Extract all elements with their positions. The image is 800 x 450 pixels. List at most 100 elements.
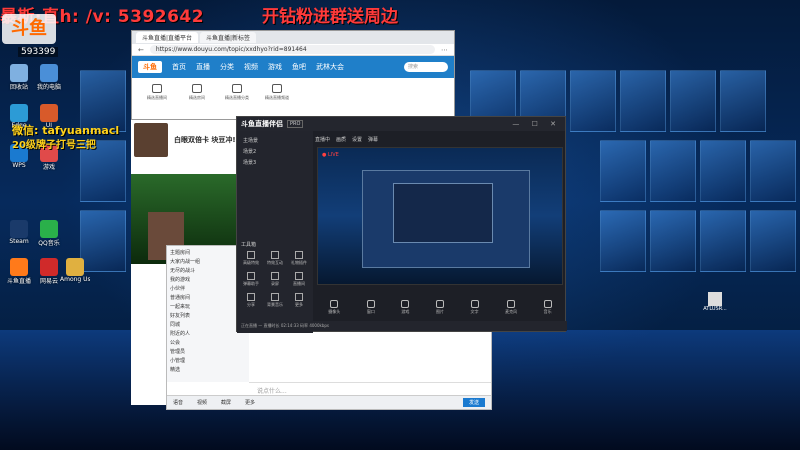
desktop-icon-label: Steam: [9, 238, 29, 245]
chat-toolbar: 语音 视频 截屏 更多 发送: [167, 395, 491, 409]
tool-icon: [271, 293, 279, 301]
desktop-icon[interactable]: 斗鱼直播: [4, 258, 34, 285]
site-logo[interactable]: 斗鱼: [138, 61, 162, 73]
bookmark-icon: [152, 84, 162, 93]
more-button[interactable]: 更多: [245, 399, 255, 406]
stream-preview[interactable]: ● LIVE: [317, 147, 563, 285]
nav-item[interactable]: 武林大会: [316, 62, 344, 72]
search-input[interactable]: 搜索: [404, 62, 448, 72]
scene-sidebar: 主场景 场景2 场景3 工具箱 高级特效 特效互动 礼物插件 弹幕助手 录屏 直播间 分享 背…: [237, 131, 313, 333]
desktop-icon[interactable]: 我的电脑: [34, 64, 64, 91]
topbar-item[interactable]: 设置: [352, 136, 362, 143]
topbar-item[interactable]: 弹幕: [368, 136, 378, 143]
nav-item[interactable]: 直播: [196, 62, 210, 72]
chat-list-item[interactable]: 主题房间: [170, 249, 246, 258]
control-label: 窗口: [366, 308, 375, 314]
source-control[interactable]: 文字: [470, 299, 479, 315]
chat-list-item[interactable]: 小管理: [170, 357, 246, 366]
scene-item[interactable]: 主场景: [237, 135, 313, 146]
chat-list-item[interactable]: 小伙伴: [170, 285, 246, 294]
scene-item[interactable]: 场景3: [237, 157, 313, 168]
desktop-icon-label: 斗鱼直播: [6, 278, 31, 285]
chat-list-item[interactable]: 一起来玩: [170, 303, 246, 312]
tool-label: 分享: [247, 302, 255, 307]
tool-icon: [271, 272, 279, 280]
chat-list-item[interactable]: 附近的人: [170, 330, 246, 339]
shortcut-item[interactable]: 精选直播频道: [260, 84, 294, 101]
screenshot-button[interactable]: 截屏: [221, 399, 231, 406]
chat-list-item[interactable]: 我的游戏: [170, 276, 246, 285]
menu-icon[interactable]: ⋯: [441, 46, 448, 54]
nested-preview-inner: [393, 183, 493, 243]
shortcut-item[interactable]: 精选直播分类: [220, 84, 254, 101]
desktop-icon[interactable]: Among Us: [60, 258, 90, 283]
desktop-icon[interactable]: 回收站: [4, 64, 34, 91]
chat-list-item[interactable]: 大家内战一组: [170, 258, 246, 267]
tool-label: 弹幕助手: [243, 281, 259, 286]
chat-list-item[interactable]: 精选: [170, 366, 246, 375]
control-icon: [330, 299, 339, 308]
chat-list-item[interactable]: 管理员: [170, 348, 246, 357]
control-label: 文字: [470, 308, 479, 314]
nav-item[interactable]: 视频: [244, 62, 258, 72]
browser-window[interactable]: 斗鱼直播|直播平台 斗鱼直播|新标签 ← https://www.douyu.c…: [131, 30, 455, 120]
browser-tab[interactable]: 斗鱼直播|新标签: [200, 32, 257, 43]
nav-item[interactable]: 首页: [172, 62, 186, 72]
video-button[interactable]: 视频: [197, 399, 207, 406]
desktop-icon[interactable]: Steam: [4, 220, 34, 245]
app-icon: [10, 64, 28, 82]
source-control[interactable]: 摄像头: [328, 299, 340, 315]
control-icon: [470, 299, 479, 308]
version-badge: PRO: [287, 120, 304, 128]
window-controls[interactable]: — ☐ ✕: [512, 120, 561, 128]
tool-item[interactable]: 录屏: [263, 272, 287, 287]
nav-item[interactable]: 游戏: [268, 62, 282, 72]
source-control[interactable]: 游戏: [401, 299, 410, 315]
tool-item[interactable]: 弹幕助手: [239, 272, 263, 287]
chat-input[interactable]: 说点什么...: [249, 382, 491, 396]
desktop-icon[interactable]: QQ音乐: [34, 220, 64, 247]
scene-item[interactable]: 场景2: [237, 146, 313, 157]
tool-item[interactable]: 直播间: [287, 272, 311, 287]
avatar[interactable]: [134, 123, 168, 157]
source-control[interactable]: 麦克风: [505, 299, 517, 315]
voice-button[interactable]: 语音: [173, 399, 183, 406]
source-control[interactable]: 音乐: [543, 299, 552, 315]
tool-item[interactable]: 高级特效: [239, 251, 263, 266]
control-label: 游戏: [401, 308, 410, 314]
toolbox-grid: 高级特效 特效互动 礼物插件弹幕助手 录屏 直播间分享 背景音乐 更多: [239, 251, 311, 314]
url-field[interactable]: https://www.douyu.com/topic/xxdhyo?rid=8…: [149, 45, 435, 54]
tool-label: 高级特效: [243, 260, 259, 265]
browser-tab[interactable]: 斗鱼直播|直播平台: [136, 32, 199, 43]
chat-list-item[interactable]: 普通房间: [170, 294, 246, 303]
app-icon: [66, 258, 84, 276]
tool-item[interactable]: 特效互动: [263, 251, 287, 266]
tool-label: 录屏: [271, 281, 279, 286]
topbar-item[interactable]: 画质: [336, 136, 346, 143]
chat-list-item[interactable]: 同城: [170, 321, 246, 330]
douyu-logo: 斗鱼: [2, 14, 56, 44]
shortcut-item[interactable]: 精选房间: [180, 84, 214, 101]
tool-item[interactable]: 礼物插件: [287, 251, 311, 266]
source-control[interactable]: 窗口: [366, 299, 375, 315]
tool-icon: [247, 293, 255, 301]
tool-item[interactable]: 背景音乐: [263, 293, 287, 308]
source-control[interactable]: 图片: [435, 299, 444, 315]
back-icon[interactable]: ←: [138, 46, 144, 54]
desktop-shortcut[interactable]: ATLUSR...: [700, 292, 730, 312]
streaming-app-window[interactable]: 斗鱼直播伴侣 PRO — ☐ ✕ 主场景 场景2 场景3 工具箱 高级特效 特效互…: [236, 116, 567, 333]
topbar-item[interactable]: 直播中: [315, 136, 330, 143]
nav-item[interactable]: 鱼吧: [292, 62, 306, 72]
chat-list-item[interactable]: 无尽的战斗: [170, 267, 246, 276]
nav-item[interactable]: 分类: [220, 62, 234, 72]
desktop-icon-label: QQ音乐: [38, 240, 60, 247]
desktop-icon-label: WPS: [12, 162, 26, 169]
chat-list-item[interactable]: 公会: [170, 339, 246, 348]
chat-list-item[interactable]: 好友列表: [170, 312, 246, 321]
tool-item[interactable]: 更多: [287, 293, 311, 308]
control-icon: [366, 299, 375, 308]
tool-label: 背景音乐: [267, 302, 283, 307]
tool-item[interactable]: 分享: [239, 293, 263, 308]
send-button[interactable]: 发送: [462, 398, 485, 407]
shortcut-item[interactable]: 精选直播间: [140, 84, 174, 101]
